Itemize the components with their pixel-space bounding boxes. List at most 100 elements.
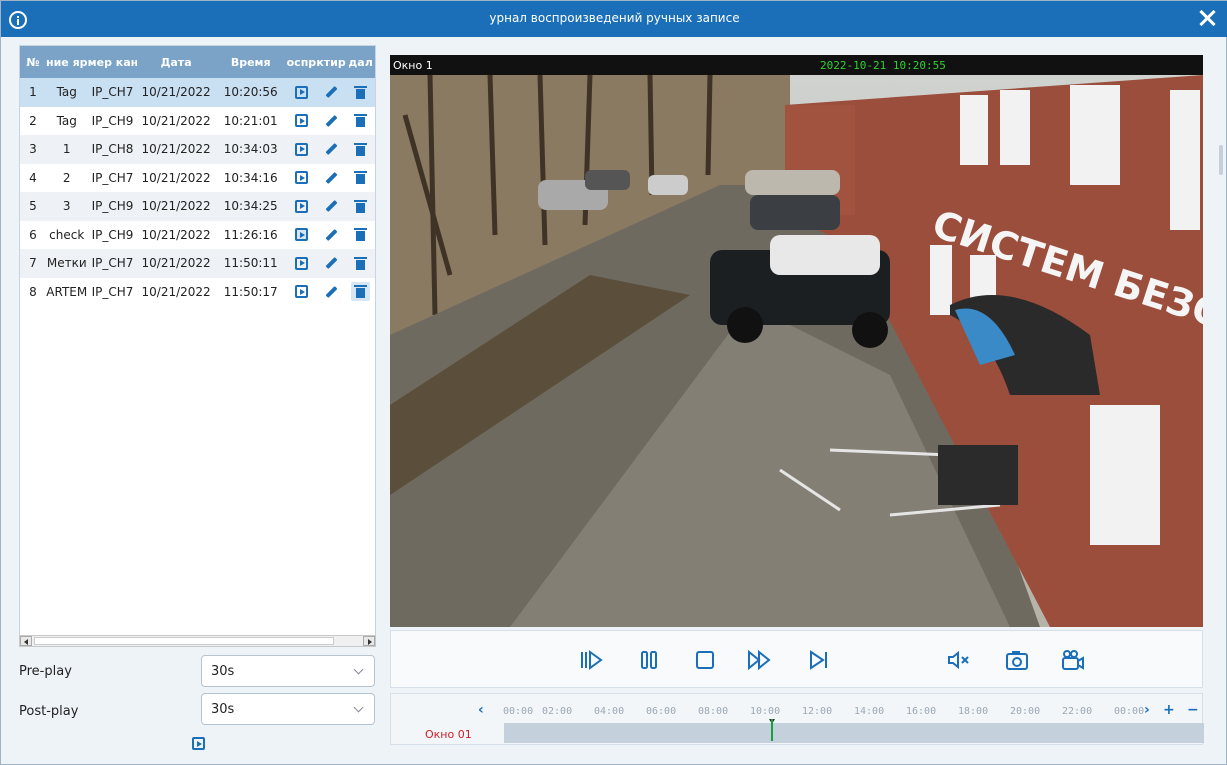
play-icon[interactable] <box>295 285 308 298</box>
row-num: 7 <box>20 256 46 270</box>
edit-icon[interactable] <box>325 143 337 155</box>
table-row[interactable]: 1 Tag IP_CH7 10/21/2022 10:20:56 <box>20 78 375 107</box>
pause-icon[interactable] <box>637 649 661 671</box>
camera-frame-image: СИСТЕМ БЕЗОПАСНОС <box>390 75 1203 627</box>
camera-snapshot-icon[interactable] <box>1005 649 1029 671</box>
delete-icon[interactable] <box>355 257 366 270</box>
postplay-value: 30s <box>211 702 234 717</box>
row-num: 6 <box>20 228 46 242</box>
scroll-thumb[interactable] <box>34 637 334 645</box>
step-play-icon[interactable] <box>579 649 603 671</box>
video-record-icon[interactable] <box>1061 649 1085 671</box>
table-row[interactable]: 7 Метки IP_CH7 10/21/2022 11:50:11 <box>20 249 375 278</box>
zoom-in-button[interactable]: + <box>1163 702 1175 718</box>
timeline-track[interactable] <box>504 723 1204 743</box>
table-row[interactable]: 5 3 IP_CH9 10/21/2022 10:34:25 <box>20 192 375 221</box>
table-row[interactable]: 2 Tag IP_CH9 10/21/2022 10:21:01 <box>20 107 375 136</box>
edit-icon[interactable] <box>325 257 337 269</box>
table-horizontal-scrollbar[interactable] <box>19 635 376 647</box>
mute-icon[interactable] <box>947 649 971 671</box>
col-header-camera[interactable]: мер кана <box>88 56 138 69</box>
row-time: 11:26:16 <box>215 228 287 242</box>
timeline-tick: 18:00 <box>958 706 988 717</box>
play-selected-button[interactable] <box>192 737 205 750</box>
col-header-time[interactable]: Время <box>215 56 287 69</box>
delete-icon[interactable] <box>355 143 366 156</box>
timeline-tick: 10:00 <box>750 706 780 717</box>
edit-icon[interactable] <box>325 86 337 98</box>
timeline-tick: 04:00 <box>594 706 624 717</box>
play-icon[interactable] <box>295 86 308 99</box>
play-icon[interactable] <box>295 143 308 156</box>
row-time: 10:21:01 <box>215 114 287 128</box>
delete-icon[interactable] <box>355 114 366 127</box>
timeline-tick: 12:00 <box>802 706 832 717</box>
timeline-tick: 16:00 <box>906 706 936 717</box>
next-frame-icon[interactable] <box>807 649 831 671</box>
table-row[interactable]: 6 check IP_CH9 10/21/2022 11:26:16 <box>20 221 375 250</box>
play-icon[interactable] <box>295 257 308 270</box>
row-camera: IP_CH9 <box>88 199 138 213</box>
playhead[interactable] <box>771 719 773 741</box>
row-date: 10/21/2022 <box>137 228 215 242</box>
zoom-out-button[interactable]: − <box>1187 702 1199 718</box>
postplay-select[interactable]: 30s <box>201 693 375 725</box>
chevron-down-icon <box>354 665 364 675</box>
row-time: 11:50:17 <box>215 285 287 299</box>
row-name: check <box>46 228 88 242</box>
delete-icon[interactable] <box>355 171 366 184</box>
play-icon[interactable] <box>295 228 308 241</box>
close-icon[interactable] <box>1198 9 1216 27</box>
row-camera: IP_CH7 <box>88 285 138 299</box>
timeline-tick: 00:00 <box>1114 706 1144 717</box>
delete-icon[interactable] <box>355 200 366 213</box>
play-icon[interactable] <box>295 114 308 127</box>
video-player[interactable]: Окно 1 2022-10-21 10:20:55 <box>390 55 1203 627</box>
scroll-left-icon[interactable] <box>20 636 32 646</box>
table-row[interactable]: 8 ARTEM IP_CH7 10/21/2022 11:50:17 <box>20 278 375 307</box>
row-date: 10/21/2022 <box>137 256 215 270</box>
col-header-delete[interactable]: дал <box>346 56 375 69</box>
right-scrollbar[interactable] <box>1217 45 1225 745</box>
play-icon[interactable] <box>295 200 308 213</box>
timeline-prev-icon[interactable]: ‹ <box>478 702 484 718</box>
scroll-thumb[interactable] <box>1219 145 1223 175</box>
edit-icon[interactable] <box>325 172 337 184</box>
col-header-play[interactable]: оспр <box>287 56 317 69</box>
video-timestamp: 2022-10-21 10:20:55 <box>820 59 946 72</box>
play-icon[interactable] <box>295 171 308 184</box>
timeline-tick: 08:00 <box>698 706 728 717</box>
edit-icon[interactable] <box>325 229 337 241</box>
video-window-title: Окно 1 <box>393 59 433 72</box>
window-title: урнал воспроизведений ручных записе <box>1 11 1227 25</box>
row-name: ARTEM <box>46 285 88 299</box>
row-time: 10:34:16 <box>215 171 287 185</box>
row-name: 1 <box>46 142 88 156</box>
row-num: 8 <box>20 285 46 299</box>
timeline-tick: 20:00 <box>1010 706 1040 717</box>
col-header-edit[interactable]: ктирс <box>316 56 346 69</box>
row-name: 3 <box>46 199 88 213</box>
timeline-channel-label: Окно 01 <box>425 728 472 741</box>
col-header-name[interactable]: ние яр <box>46 56 88 69</box>
table-row[interactable]: 4 2 IP_CH7 10/21/2022 10:34:16 <box>20 164 375 193</box>
delete-icon[interactable] <box>355 228 366 241</box>
col-header-num[interactable]: № <box>20 56 46 69</box>
playback-journal-window: урнал воспроизведений ручных записе № ни… <box>0 0 1227 765</box>
timeline-next-icon[interactable]: › <box>1144 702 1150 718</box>
delete-icon[interactable] <box>355 285 366 298</box>
row-num: 2 <box>20 114 46 128</box>
row-date: 10/21/2022 <box>137 85 215 99</box>
row-time: 11:50:11 <box>215 256 287 270</box>
fast-forward-icon[interactable] <box>747 649 771 671</box>
col-header-date[interactable]: Дата <box>137 56 215 69</box>
delete-icon[interactable] <box>355 86 366 99</box>
delete-button[interactable] <box>351 282 370 301</box>
edit-icon[interactable] <box>325 200 337 212</box>
edit-icon[interactable] <box>325 286 337 298</box>
stop-icon[interactable] <box>693 649 717 671</box>
edit-icon[interactable] <box>325 115 337 127</box>
preplay-select[interactable]: 30s <box>201 655 375 687</box>
scroll-right-icon[interactable] <box>363 636 375 646</box>
table-row[interactable]: 3 1 IP_CH8 10/21/2022 10:34:03 <box>20 135 375 164</box>
